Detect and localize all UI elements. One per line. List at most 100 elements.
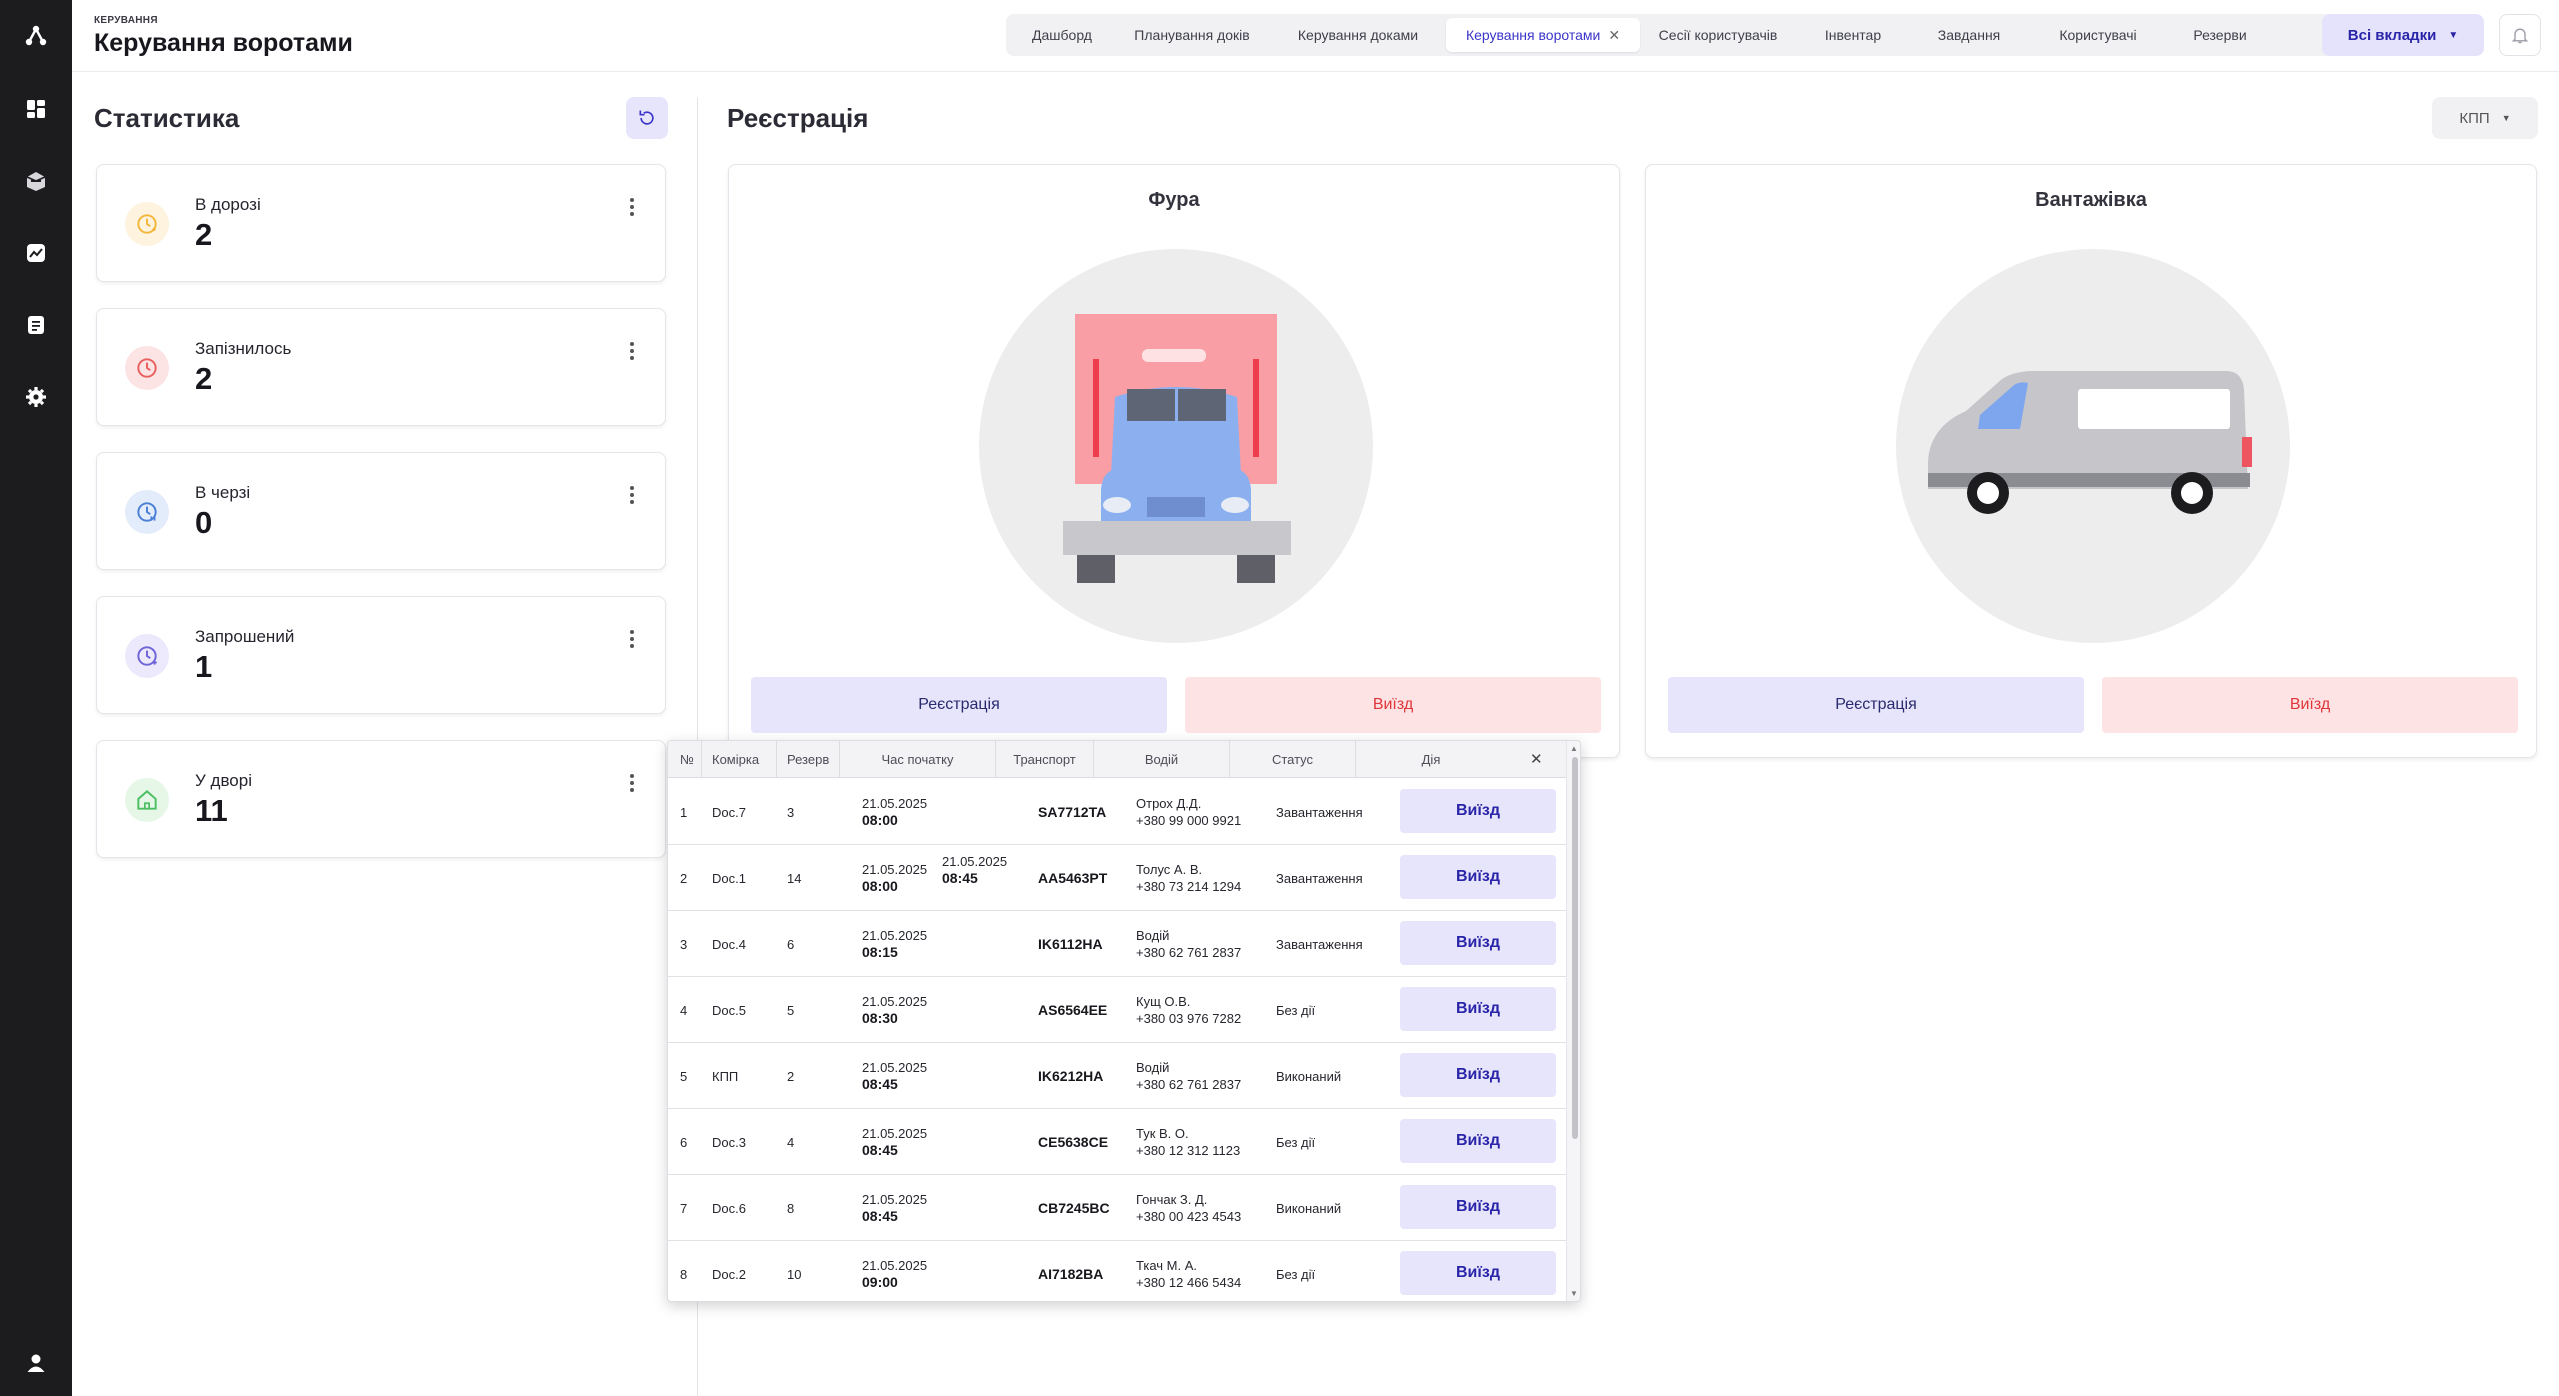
van-exit-button[interactable]: Виїзд [2102, 677, 2518, 733]
stat-card-invited[interactable]: Запрошений 1 [96, 596, 666, 714]
row-cell: Doc.6 [712, 1200, 746, 1216]
row-cell: Doc.4 [712, 936, 746, 952]
row-cell: Doc.2 [712, 1266, 746, 1282]
more-vertical-icon[interactable] [629, 197, 635, 222]
tab-dock-management[interactable]: Керування доками [1270, 18, 1446, 52]
row-exit-button[interactable]: Виїзд [1400, 1053, 1556, 1097]
page-title: Керування воротами [94, 29, 353, 57]
checkpoint-select[interactable]: КПП ▼ [2432, 97, 2538, 139]
row-driver-phone: +380 00 423 4543 [1136, 1209, 1242, 1224]
logo-icon[interactable] [22, 22, 50, 50]
scrollbar-thumb[interactable] [1572, 757, 1578, 1139]
caret-down-icon: ▼ [2501, 113, 2511, 123]
tab-dashboard[interactable]: Дашборд [1010, 18, 1114, 52]
stat-card-queue[interactable]: В черзі 0 [96, 452, 666, 570]
row-time: 08:45 [862, 1208, 898, 1224]
row-driver-phone: +380 03 976 7282 [1136, 1011, 1242, 1026]
row-reserve: 6 [787, 936, 795, 952]
row-exit-button[interactable]: Виїзд [1400, 1119, 1556, 1163]
row-start-time: 21.05.2025 08:00 [862, 779, 927, 845]
scroll-down-icon[interactable]: ▼ [1570, 1289, 1578, 1298]
row-transport: CE5638CE [1038, 1109, 1108, 1175]
table-row[interactable]: 5 КПП 2 21.05.2025 08:45 IK6212HA Водій +380 62… [668, 1043, 1566, 1109]
table-row[interactable]: 4 Doc.5 5 21.05.2025 08:30 AS6564EE Кущ О.В. +3… [668, 977, 1566, 1043]
tab-tasks[interactable]: Завдання [1910, 18, 2028, 52]
row-reserve: 3 [787, 804, 795, 820]
table-row[interactable]: 6 Doc.3 4 21.05.2025 08:45 CE5638CE Тук В. О. +… [668, 1109, 1566, 1175]
row-driver-name: Водій [1136, 928, 1170, 943]
row-exit-button[interactable]: Виїзд [1400, 1185, 1556, 1229]
analytics-chart-icon[interactable] [22, 239, 50, 267]
row-status: Виконаний [1276, 1200, 1342, 1216]
row-exit-button[interactable]: Виїзд [1400, 855, 1556, 899]
stat-card-in-transit[interactable]: В дорозі 2 [96, 164, 666, 282]
table-row[interactable]: 3 Doc.4 6 21.05.2025 08:15 IK6112HA Водій +380 … [668, 911, 1566, 977]
row-date: 21.05.2025 [862, 796, 928, 811]
user-profile-icon[interactable] [22, 1349, 50, 1377]
table-row[interactable]: 1 Doc.7 3 21.05.2025 08:00 SA7712TA Отрох Д.Д.… [668, 779, 1566, 845]
close-tab-icon[interactable]: ✕ [1608, 27, 1620, 44]
settings-gear-icon[interactable] [22, 383, 50, 411]
row-plate: AS6564EE [1038, 1002, 1108, 1018]
row-exit-button[interactable]: Виїзд [1400, 921, 1556, 965]
stat-card-late[interactable]: Запізнилось 2 [96, 308, 666, 426]
tab-label: Інвентар [1824, 27, 1882, 43]
row-status: Виконаний [1276, 1068, 1342, 1084]
top-header: КЕРУВАННЯ Керування воротами Дашборд Пла… [72, 0, 2559, 72]
close-icon[interactable]: ✕ [1530, 750, 1543, 768]
van-register-button[interactable]: Реєстрація [1668, 677, 2084, 733]
truck-exit-button[interactable]: Виїзд [1185, 677, 1601, 733]
row-cell: КПП [712, 1068, 739, 1084]
tab-label: Керування доками [1297, 27, 1419, 43]
scroll-up-icon[interactable]: ▲ [1570, 744, 1578, 753]
col-reserve: Резерв [777, 741, 840, 778]
table-row[interactable]: 8 Doc.2 10 21.05.2025 09:00 AI7182BA Ткач М. А… [668, 1241, 1566, 1301]
tab-label: Резерви [2193, 27, 2247, 43]
more-vertical-icon[interactable] [629, 341, 635, 366]
tab-reserves[interactable]: Резерви [2168, 18, 2272, 52]
stat-label: Запрошений [195, 627, 295, 646]
row-status: Завантаження [1276, 804, 1363, 820]
row-driver: Гончак З. Д. +380 00 423 4543 [1136, 1175, 1241, 1241]
row-plate: IK6112HA [1038, 936, 1103, 952]
stat-card-in-yard[interactable]: У дворі 11 [96, 740, 666, 858]
more-vertical-icon[interactable] [629, 773, 635, 798]
row-exit-button[interactable]: Виїзд [1400, 1251, 1556, 1295]
notifications-button[interactable] [2499, 14, 2541, 56]
row-driver-name: Кущ О.В. [1136, 994, 1191, 1009]
row-transport: IK6112HA [1038, 911, 1103, 977]
tab-dock-planning[interactable]: Планування доків [1114, 18, 1270, 52]
row-number: 2 [680, 870, 688, 886]
table-row[interactable]: 7 Doc.6 8 21.05.2025 08:45 CB7245BC Гончак З. … [668, 1175, 1566, 1241]
truck-register-button[interactable]: Реєстрація [751, 677, 1167, 733]
row-number: 8 [680, 1266, 688, 1282]
inventory-box-icon[interactable] [22, 167, 50, 195]
dashboard-icon[interactable] [22, 95, 50, 123]
row-driver: Ткач М. А. +380 12 466 5434 [1136, 1241, 1242, 1301]
row-exit-button[interactable]: Виїзд [1400, 987, 1556, 1031]
document-list-icon[interactable] [22, 311, 50, 339]
row-driver-name: Толус А. В. [1136, 862, 1203, 877]
row-exit-button[interactable]: Виїзд [1400, 789, 1556, 833]
row-plate: AI7182BA [1038, 1266, 1104, 1282]
home-yard-icon [125, 778, 169, 822]
row-driver: Кущ О.В. +380 03 976 7282 [1136, 977, 1241, 1043]
row-time: 08:00 [862, 878, 898, 894]
more-vertical-icon[interactable] [629, 629, 635, 654]
row-date: 21.05.2025 [862, 1060, 928, 1075]
all-tabs-dropdown[interactable]: Всі вкладки ▼ [2322, 14, 2484, 56]
tab-user-sessions[interactable]: Сесії користувачів [1640, 18, 1796, 52]
tab-users[interactable]: Користувачі [2028, 18, 2168, 52]
row-driver-phone: +380 12 466 5434 [1136, 1275, 1242, 1290]
row-transport: SA7712TA [1038, 779, 1106, 845]
refresh-button[interactable] [626, 97, 668, 139]
row-time: 09:00 [862, 1274, 898, 1290]
row-time: 08:15 [862, 944, 898, 960]
table-row[interactable]: 2 Doc.1 14 21.05.2025 08:00 21.05.2025 08:45 AA… [668, 845, 1566, 911]
row-number: 6 [680, 1134, 688, 1150]
more-vertical-icon[interactable] [629, 485, 635, 510]
tab-gate-management[interactable]: Керування воротами ✕ [1446, 18, 1640, 52]
stat-value: 2 [195, 217, 213, 252]
row-driver: Тук В. О. +380 12 312 1123 [1136, 1109, 1240, 1175]
tab-inventory[interactable]: Інвентар [1796, 18, 1910, 52]
